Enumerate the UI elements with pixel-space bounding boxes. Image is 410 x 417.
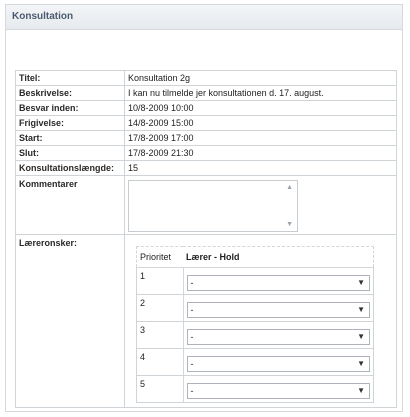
teacher-select-value: - [190,305,194,315]
comments-textarea[interactable]: ▲ ▼ [128,180,298,232]
detail-value: 10/8-2009 10:00 [124,100,397,116]
teacher-select-value: - [190,386,194,396]
priority-header-row: Prioritet Lærer - Hold [137,247,374,268]
teacher-select[interactable]: - ▼ [186,383,370,399]
priority-number: 2 [136,294,184,322]
detail-row-description: Beskrivelse: I kan nu tilmelde jer konsu… [15,85,397,101]
scroll-down-icon[interactable]: ▼ [286,221,293,228]
chevron-down-icon[interactable]: ▼ [357,276,365,290]
priority-number: 4 [136,348,184,376]
chevron-down-icon[interactable]: ▼ [357,357,365,371]
priority-row: 1 - ▼ [136,267,374,295]
priority-row: 3 - ▼ [136,321,374,349]
priority-number: 5 [136,375,184,403]
detail-value: Konsultation 2g [124,70,397,86]
detail-row-end: Slut: 17/8-2009 21:30 [15,145,397,161]
consultation-panel: Konsultation Titel: Konsultation 2g Besk… [5,4,403,412]
detail-value: 15 [124,160,397,176]
detail-label: Titel: [15,70,125,86]
detail-label: Start: [15,130,125,146]
scroll-up-icon[interactable]: ▲ [286,184,293,191]
detail-label: Beskrivelse: [15,85,125,101]
teacher-wishes-cell: Prioritet Lærer - Hold 1 -▼ 2 -▼ 3 -▼ [124,234,397,408]
priority-row: 5 - ▼ [136,375,374,403]
teacher-select-value: - [190,332,194,342]
teacher-select-value: - [190,278,194,288]
details-table: Titel: Konsultation 2g Beskrivelse: I ka… [15,70,397,408]
detail-row-deadline: Besvar inden: 10/8-2009 10:00 [15,100,397,116]
priority-number: 3 [136,321,184,349]
priority-row: 2 - ▼ [136,294,374,322]
priority-row: 4 - ▼ [136,348,374,376]
comments-cell: ▲ ▼ [124,175,397,235]
detail-value: 14/8-2009 15:00 [124,115,397,131]
teacher-select-value: - [190,359,194,369]
teacher-select[interactable]: - ▼ [186,329,370,345]
detail-row-teacher-wishes: Læreronsker: Prioritet Lærer - Hold 1 - ▼… [15,234,397,408]
detail-row-length: Konsultationslængde: 15 [15,160,397,176]
priority-table: Prioritet Lærer - Hold 1 -▼ 2 -▼ 3 -▼ [136,246,374,403]
chevron-down-icon[interactable]: ▼ [357,384,365,398]
detail-row-title: Titel: Konsultation 2g [15,70,397,86]
chevron-down-icon[interactable]: ▼ [357,303,365,317]
detail-label: Slut: [15,145,125,161]
teacher-select[interactable]: - ▼ [186,302,370,318]
detail-label: Besvar inden: [15,100,125,116]
panel-title: Konsultation [6,5,402,30]
teacher-column-header: Lærer - Hold [186,252,240,262]
detail-value: 17/8-2009 17:00 [124,130,397,146]
priority-number: 1 [136,267,184,295]
detail-row-start: Start: 17/8-2009 17:00 [15,130,397,146]
detail-value: 17/8-2009 21:30 [124,145,397,161]
teacher-select[interactable]: - ▼ [186,356,370,372]
detail-row-release: Frigivelse: 14/8-2009 15:00 [15,115,397,131]
comments-label: Kommentarer [15,175,125,235]
detail-row-comments: Kommentarer ▲ ▼ [15,175,397,235]
teacher-wishes-label: Læreronsker: [15,234,125,408]
chevron-down-icon[interactable]: ▼ [357,330,365,344]
detail-label: Frigivelse: [15,115,125,131]
priority-column-header: Prioritet [140,252,172,262]
detail-value: I kan nu tilmelde jer konsultationen d. … [124,85,397,101]
detail-label: Konsultationslængde: [15,160,125,176]
teacher-select[interactable]: - ▼ [186,275,370,291]
